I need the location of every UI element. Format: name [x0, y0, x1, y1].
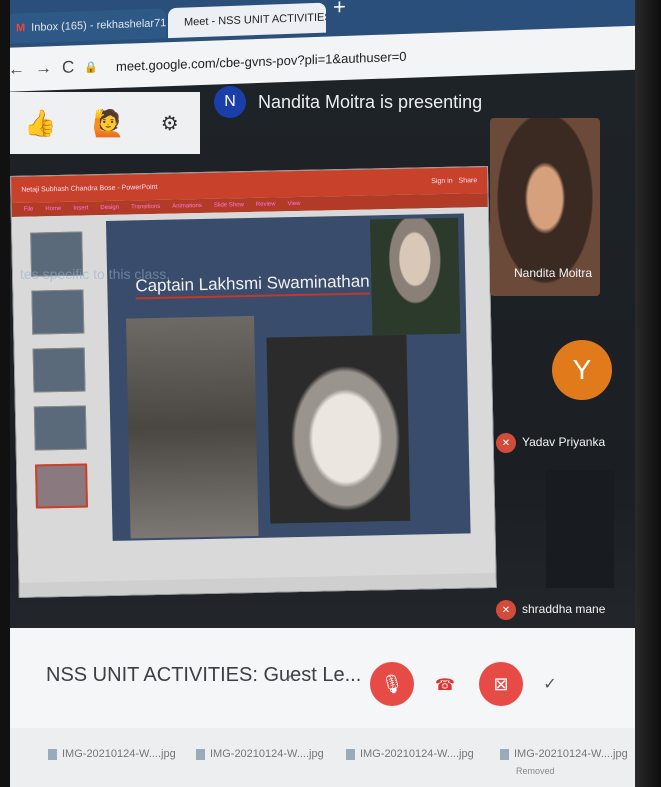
slide-photo-uniform [126, 315, 259, 539]
download-name: IMG-20210124-W....jpg [62, 748, 176, 760]
presenter-avatar: N [214, 86, 246, 118]
tab-label: Inbox (165) - rekhashelar71@gm [31, 16, 166, 34]
download-status: Removed [516, 766, 555, 776]
download-item[interactable]: IMG-20210124-W....jpg [500, 748, 628, 760]
reload-button[interactable]: C [62, 57, 74, 77]
tab-gmail[interactable]: M Inbox (165) - rekhashelar71@gm × [6, 8, 166, 44]
end-call-button[interactable]: ☎ [434, 674, 456, 696]
forward-button[interactable]: → [35, 58, 52, 79]
ribbon-tab: Home [45, 205, 62, 213]
download-name: IMG-20210124-W....jpg [514, 748, 628, 760]
tab-meet[interactable]: Meet - NSS UNIT ACTIVITIES × [168, 2, 326, 39]
photo-edge-right [635, 0, 661, 787]
mic-off-icon: 🎙 [380, 673, 404, 694]
ghost-text: tes specific to this class. [20, 266, 171, 282]
ribbon-tab: Insert [73, 205, 89, 212]
slide-thumbnail[interactable] [32, 347, 86, 393]
photo-of-screen: M Inbox (165) - rekhashelar71@gm × Meet … [0, 0, 661, 787]
camera-toggle-button[interactable]: ⊠ [479, 662, 523, 706]
participant-name: Nandita Moitra [514, 266, 593, 280]
back-button[interactable]: ← [8, 59, 25, 80]
download-item[interactable]: IMG-20210124-W....jpg [48, 748, 176, 760]
ribbon-tab: Review [255, 201, 276, 208]
participant-avatar: Y [552, 340, 612, 400]
ribbon-tab: View [287, 200, 301, 208]
download-name: IMG-20210124-W....jpg [360, 748, 474, 760]
url-field[interactable]: meet.google.com/cbe-gvns-pov?pli=1&authu… [116, 48, 407, 73]
current-slide: Captain Lakhsmi Swaminathan [105, 213, 471, 541]
chevron-up-icon[interactable]: ^ [287, 672, 294, 688]
slide-photo-salute [266, 334, 411, 524]
meeting-title[interactable]: NSS UNIT ACTIVITIES: Guest Le... [46, 664, 361, 687]
participant-name-row: ✕ Yadav Priyanka [496, 433, 605, 453]
download-item[interactable]: IMG-20210124-W....jpg [196, 748, 324, 760]
image-file-icon [48, 748, 57, 760]
new-tab-button[interactable]: + [333, 0, 346, 20]
slide-photo-elderly [369, 217, 461, 336]
participant-name: Yadav Priyanka [522, 435, 606, 450]
mic-toggle-button[interactable]: 🎙 [370, 662, 414, 706]
raise-hand-icon[interactable]: 🙋 [92, 108, 124, 139]
ppt-signin: Sign in [431, 177, 453, 185]
ribbon-tab: Transitions [131, 203, 161, 211]
presenting-banner: N Nandita Moitra is presenting [214, 86, 482, 118]
ribbon-tab: Design [100, 204, 120, 212]
photo-edge-left [0, 0, 10, 787]
camera-off-icon: ⊠ [493, 673, 509, 694]
slide-thumbnail[interactable] [33, 405, 87, 451]
slide-thumbnail[interactable] [35, 463, 88, 509]
gear-icon[interactable]: ⚙ [161, 111, 179, 136]
participant-name-row: ✕ shraddha mane [496, 600, 605, 620]
ribbon-tab: Slide Show [213, 202, 244, 209]
slide-title: Captain Lakhsmi Swaminathan [135, 271, 370, 300]
participant-name: shraddha mane [522, 602, 606, 617]
tab-label: Meet - NSS UNIT ACTIVITIES [184, 11, 326, 29]
mic-muted-icon: ✕ [496, 433, 516, 453]
ppt-status-bar [19, 572, 496, 597]
ppt-share: Share [458, 176, 478, 185]
image-file-icon [196, 748, 205, 760]
more-button[interactable]: ✓ [538, 672, 562, 696]
slide-thumbnail[interactable] [31, 289, 85, 335]
shared-screen: Netaji Subhash Chandra Bose - PowerPoint… [10, 165, 497, 598]
presenting-text: Nandita Moitra is presenting [258, 91, 483, 112]
participant-tile-dark [546, 470, 614, 588]
gmail-icon: M [16, 22, 26, 35]
ppt-window-title: Netaji Subhash Chandra Bose - PowerPoint [21, 183, 158, 194]
reactions-bar: 👍 🙋 ⚙ [0, 92, 200, 154]
lock-icon: 🔒 [84, 61, 98, 74]
ribbon-tab: Animations [172, 202, 202, 210]
download-name: IMG-20210124-W....jpg [210, 748, 324, 760]
thumbs-up-icon[interactable]: 👍 [24, 108, 56, 139]
mic-muted-icon: ✕ [496, 600, 516, 620]
phone-icon: ☎ [435, 677, 455, 694]
image-file-icon [500, 748, 509, 760]
image-file-icon [346, 748, 355, 760]
ribbon-tab: File [23, 206, 34, 213]
download-item[interactable]: IMG-20210124-W....jpg [346, 748, 474, 760]
